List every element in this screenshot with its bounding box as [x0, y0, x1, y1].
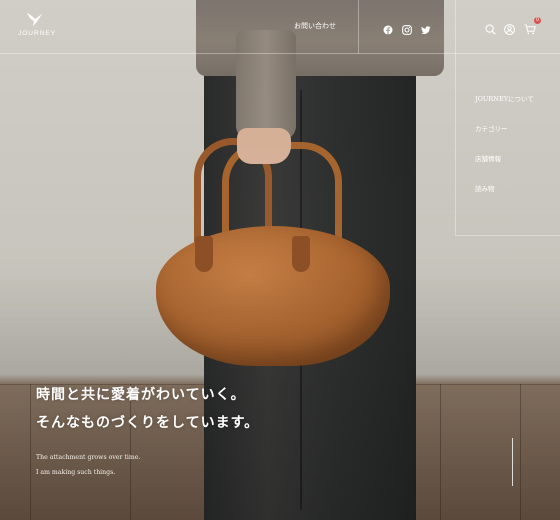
hero-headline-line2: そんなものづくりをしています。 [36, 415, 260, 431]
account-icon[interactable] [504, 20, 515, 39]
side-navigation: JOURNEYについて カテゴリー 店舗情報 読み物 [456, 54, 560, 236]
cart-count-badge: 0 [534, 17, 541, 24]
nav-item-stores[interactable]: 店舗情報 [475, 153, 501, 163]
nav-item-category[interactable]: カテゴリー [475, 123, 508, 133]
hero-section: JOURNEY お問い合わせ 0 JOURNEYについて カテゴリー 店舗情報 … [0, 0, 560, 520]
nav-item-articles[interactable]: 読み物 [475, 183, 495, 193]
brand-logo[interactable]: JOURNEY [18, 11, 57, 37]
instagram-icon[interactable] [402, 20, 412, 39]
facebook-icon[interactable] [383, 20, 393, 39]
brand-name: JOURNEY [18, 30, 57, 37]
twitter-icon[interactable] [421, 20, 431, 39]
hummingbird-icon [27, 13, 42, 26]
contact-link[interactable]: お問い合わせ [294, 21, 336, 31]
site-header: JOURNEY お問い合わせ 0 [0, 0, 560, 236]
hero-subtext-line2: I am making such things. [36, 469, 116, 476]
hero-subtext-line1: The attachment grows over time. [36, 454, 141, 461]
header-divider [358, 0, 359, 54]
hero-headline-line1: 時間と共に愛着がわいていく。 [36, 387, 246, 403]
scroll-indicator [512, 438, 513, 486]
nav-item-about[interactable]: JOURNEYについて [475, 93, 534, 103]
search-icon[interactable] [485, 20, 496, 39]
